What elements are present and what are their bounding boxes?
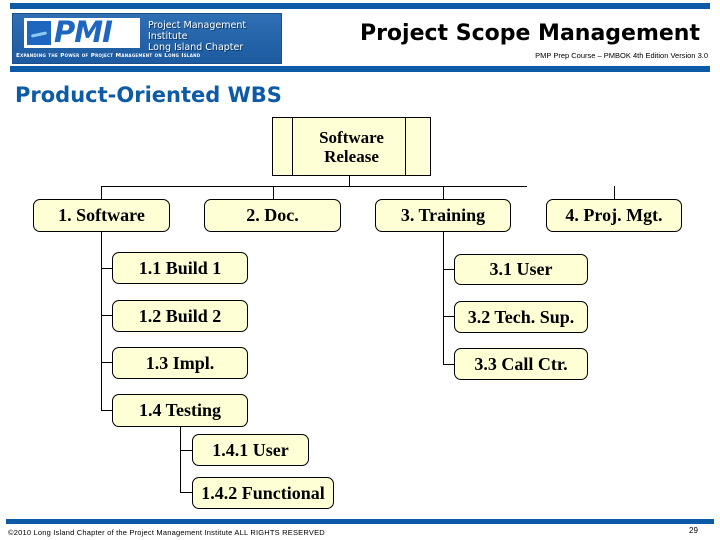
pmi-logo: PMI Project Management Institute Long Is… — [12, 13, 282, 64]
wbs-node-1-4-1-user[interactable]: 1.4.1 User — [192, 434, 309, 466]
wbs-node-3-2-tech-sup[interactable]: 3.2 Tech. Sup. — [454, 301, 588, 333]
root-box-inner-line-left — [292, 118, 293, 175]
pmi-logo-mark: PMI — [24, 15, 140, 49]
wbs-node-software-release[interactable]: Software Release — [272, 117, 431, 176]
connector-to-doc — [273, 186, 274, 200]
page-number: 29 — [689, 526, 698, 535]
root-box-inner-line-right — [405, 118, 406, 175]
footer-bar — [6, 519, 714, 524]
slide-title: Project Scope Management — [359, 21, 700, 46]
header-top-bar — [10, 3, 710, 9]
long-island-map-icon — [27, 21, 51, 45]
wbs-node-1-2-build-2[interactable]: 1.2 Build 2 — [112, 300, 248, 332]
connector-root-down — [349, 175, 350, 186]
section-title: Product-Oriented WBS — [15, 83, 282, 107]
wbs-node-1-1-build-1[interactable]: 1.1 Build 1 — [112, 252, 248, 284]
wbs-node-1-4-2-functional[interactable]: 1.4.2 Functional — [192, 477, 334, 509]
header-bottom-bar — [10, 66, 710, 72]
wbs-node-2-doc[interactable]: 2. Doc. — [204, 199, 341, 232]
connector-to-training — [443, 186, 444, 200]
logo-org-name-line2: Long Island Chapter — [148, 42, 244, 53]
wbs-node-3-1-user[interactable]: 3.1 User — [454, 254, 588, 285]
connector-software-spine — [101, 232, 102, 410]
connector-to-projmgt — [614, 186, 615, 200]
footer-copyright: ©2010 Long Island Chapter of the Project… — [8, 528, 325, 537]
connector-to-software — [101, 186, 102, 200]
logo-tagline: Expanding the Power of Project Managemen… — [16, 53, 201, 59]
wbs-node-3-training[interactable]: 3. Training — [375, 199, 511, 232]
logo-org-name: Project Management Institute Long Island… — [148, 20, 282, 53]
wbs-node-3-3-call-ctr[interactable]: 3.3 Call Ctr. — [454, 348, 588, 380]
connector-testing-spine — [180, 427, 181, 492]
logo-org-name-line1: Project Management Institute — [148, 20, 247, 42]
connector-training-spine — [443, 232, 444, 364]
root-label-line1: Software — [319, 127, 384, 147]
pmi-letters: PMI — [54, 15, 113, 49]
wbs-node-4-proj-mgt[interactable]: 4. Proj. Mgt. — [546, 199, 682, 232]
slide-subtitle: PMP Prep Course – PMBOK 4th Edition Vers… — [535, 51, 708, 60]
root-label-line2: Release — [324, 146, 379, 166]
wbs-node-1-software[interactable]: 1. Software — [33, 199, 170, 232]
wbs-node-1-3-impl[interactable]: 1.3 Impl. — [112, 347, 248, 379]
wbs-node-1-4-testing[interactable]: 1.4 Testing — [112, 394, 248, 427]
connector-level1-bar — [101, 186, 527, 187]
